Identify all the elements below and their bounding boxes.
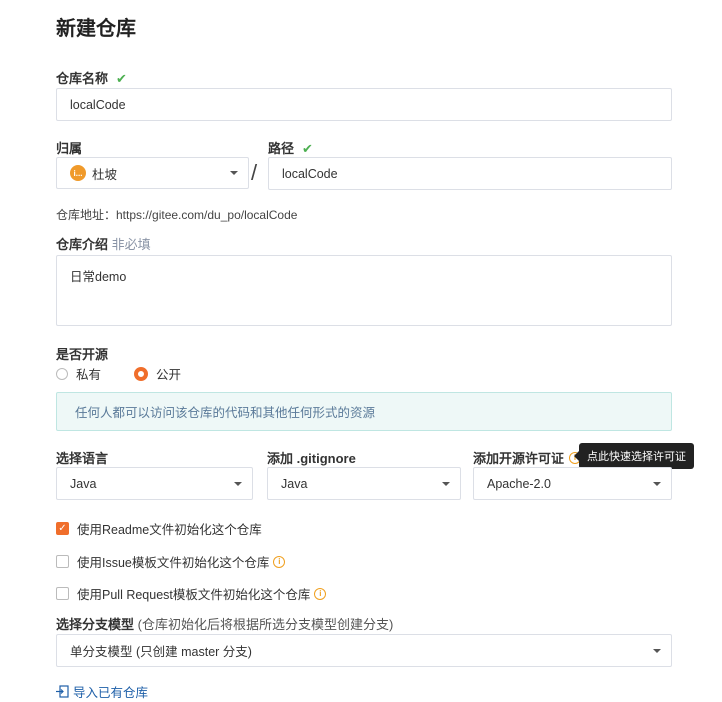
path-check-icon: ✔: [302, 141, 313, 156]
init-readme-option[interactable]: ✓ 使用Readme文件初始化这个仓库: [56, 519, 262, 538]
branch-model-select[interactable]: 单分支模型 (只创建 master 分支): [56, 634, 672, 667]
description-label: 仓库介绍 非必填: [56, 237, 151, 252]
import-repo-link[interactable]: 导入已有仓库: [56, 682, 148, 701]
repo-name-label: 仓库名称 ✔: [56, 71, 127, 86]
repo-name-input[interactable]: localCode: [56, 88, 672, 121]
issue-option-label: 使用Issue模板文件初始化这个仓库: [77, 556, 270, 570]
path-input[interactable]: localCode: [268, 157, 672, 190]
info-icon[interactable]: i: [314, 587, 327, 600]
branch-model-value: 单分支模型 (只创建 master 分支): [70, 645, 252, 659]
repo-address: 仓库地址：https://gitee.com/du_po/localCode: [56, 208, 298, 222]
pr-option-label: 使用Pull Request模板文件初始化这个仓库: [77, 588, 311, 602]
import-repo-label: 导入已有仓库: [73, 686, 149, 700]
owner-value: 杜坡: [92, 167, 118, 182]
readme-checkbox[interactable]: ✓: [56, 522, 69, 535]
branch-model-label: 选择分支模型 (仓库初始化后将根据所选分支模型创建分支): [56, 617, 394, 632]
language-select[interactable]: Java: [56, 467, 253, 500]
license-select[interactable]: Apache-2.0: [473, 467, 672, 500]
chevron-down-icon: [653, 648, 661, 653]
branch-model-hint: (仓库初始化后将根据所选分支模型创建分支): [137, 617, 394, 632]
open-source-info: 任何人都可以访问该仓库的代码和其他任何形式的资源: [56, 392, 672, 431]
description-value: 日常demo: [70, 270, 127, 284]
repo-name-value: localCode: [70, 97, 126, 112]
license-label: 添加开源许可证 i: [473, 448, 582, 467]
open-source-info-text: 任何人都可以访问该仓库的代码和其他任何形式的资源: [75, 406, 376, 420]
radio-private-circle[interactable]: [56, 367, 68, 380]
init-issue-option[interactable]: 使用Issue模板文件初始化这个仓库 i: [56, 552, 286, 571]
path-value: localCode: [282, 166, 338, 181]
radio-public-label: 公开: [156, 368, 182, 382]
info-icon[interactable]: i: [273, 555, 286, 568]
path-separator: /: [251, 160, 258, 185]
radio-public[interactable]: 公开: [134, 364, 181, 383]
radio-private[interactable]: 私有: [56, 364, 101, 383]
gitignore-value: Java: [281, 476, 308, 491]
path-label: 路径 ✔: [268, 141, 313, 156]
init-pr-option[interactable]: 使用Pull Request模板文件初始化这个仓库 i: [56, 584, 327, 603]
chevron-down-icon: [234, 481, 242, 486]
language-label: 选择语言: [56, 451, 109, 466]
pr-checkbox[interactable]: [56, 587, 69, 600]
open-source-label: 是否开源: [56, 347, 109, 362]
owner-select[interactable]: i... 杜坡: [56, 157, 249, 189]
gitignore-label: 添加 .gitignore: [267, 451, 356, 466]
avatar: i...: [70, 165, 86, 181]
radio-public-circle[interactable]: [134, 366, 148, 381]
chevron-down-icon: [442, 481, 450, 486]
readme-option-label: 使用Readme文件初始化这个仓库: [77, 523, 262, 537]
owner-label: 归属: [56, 141, 83, 156]
import-icon: [56, 685, 69, 698]
radio-private-label: 私有: [76, 368, 102, 382]
description-textarea[interactable]: 日常demo: [56, 255, 672, 326]
chevron-down-icon: [653, 481, 661, 486]
chevron-down-icon: [230, 171, 238, 175]
license-value: Apache-2.0: [487, 476, 551, 491]
gitignore-select[interactable]: Java: [267, 467, 461, 500]
optional-tag: 非必填: [111, 237, 151, 252]
language-value: Java: [70, 476, 97, 491]
license-tooltip: 点此快速选择许可证: [574, 443, 694, 469]
issue-checkbox[interactable]: [56, 555, 69, 568]
page-title: 新建仓库: [56, 18, 136, 40]
repo-name-check-icon: ✔: [116, 71, 127, 86]
